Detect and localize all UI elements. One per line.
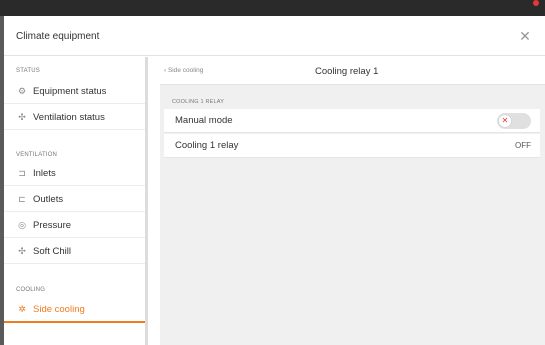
- close-icon[interactable]: ✕: [515, 26, 535, 46]
- window-top-bar: [0, 0, 545, 16]
- notification-dot-icon: [533, 0, 539, 6]
- sidebar-item-side-cooling[interactable]: ✲ Side cooling: [4, 298, 146, 323]
- sidebar-item-soft-chill[interactable]: ✣ Soft Chill: [4, 239, 146, 264]
- pressure-icon: ◎: [18, 219, 26, 230]
- dialog-title: Climate equipment: [16, 31, 100, 42]
- cooling-relay-value: OFF: [515, 141, 531, 150]
- cooling-relay-label: Cooling 1 relay: [175, 140, 239, 151]
- sidebar-item-label: Ventilation status: [33, 111, 105, 123]
- fan-icon: ✣: [18, 245, 26, 256]
- sidebar-item-label: Inlets: [33, 167, 56, 179]
- sidebar-item-label: Equipment status: [33, 85, 107, 97]
- sidebar-item-inlets[interactable]: ⊐ Inlets: [4, 161, 146, 186]
- sidebar-item-outlets[interactable]: ⊏ Outlets: [4, 187, 146, 212]
- section-label-cooling: COOLING: [16, 287, 46, 293]
- manual-mode-row: Manual mode ✕: [164, 109, 540, 133]
- cooling-relay-row: Cooling 1 relay OFF: [164, 134, 540, 158]
- sidebar-item-label: Outlets: [33, 193, 64, 205]
- sidebar-item-label: Soft Chill: [33, 245, 72, 257]
- climate-equipment-dialog: Climate equipment ✕ STATUS ⚙ Equipment s…: [4, 16, 545, 345]
- outlet-icon: ⊏: [18, 193, 26, 204]
- cooling-icon: ✲: [18, 304, 26, 314]
- sidebar-item-ventilation-status[interactable]: ✣ Ventilation status: [4, 105, 146, 130]
- sidebar-item-equipment-status[interactable]: ⚙ Equipment status: [4, 79, 146, 104]
- page-title: Cooling relay 1: [315, 66, 379, 77]
- sidebar-item-pressure[interactable]: ◎ Pressure: [4, 213, 146, 238]
- sidebar-item-label: Pressure: [33, 219, 72, 231]
- section-label-status: STATUS: [16, 68, 40, 74]
- main-header: ‹ Side cooling Cooling relay 1: [160, 57, 545, 85]
- sidebar-item-label: Side cooling: [33, 304, 85, 315]
- dialog-header: Climate equipment ✕: [4, 16, 545, 56]
- sidebar: STATUS ⚙ Equipment status ✣ Ventilation …: [4, 57, 146, 345]
- equipment-icon: ⚙: [17, 85, 27, 96]
- fan-icon: ✣: [18, 111, 26, 122]
- sidebar-scrollbar[interactable]: [145, 57, 148, 345]
- main-panel: ‹ Side cooling Cooling relay 1 COOLING 1…: [160, 57, 545, 345]
- back-link[interactable]: ‹ Side cooling: [164, 67, 203, 74]
- inlet-icon: ⊐: [18, 167, 26, 178]
- toggle-off-x-icon: ✕: [498, 113, 512, 128]
- section-label-ventilation: VENTILATION: [16, 152, 58, 158]
- manual-mode-toggle[interactable]: ✕: [497, 112, 531, 129]
- group-label: COOLING 1 RELAY: [172, 99, 225, 105]
- manual-mode-label: Manual mode: [175, 115, 233, 126]
